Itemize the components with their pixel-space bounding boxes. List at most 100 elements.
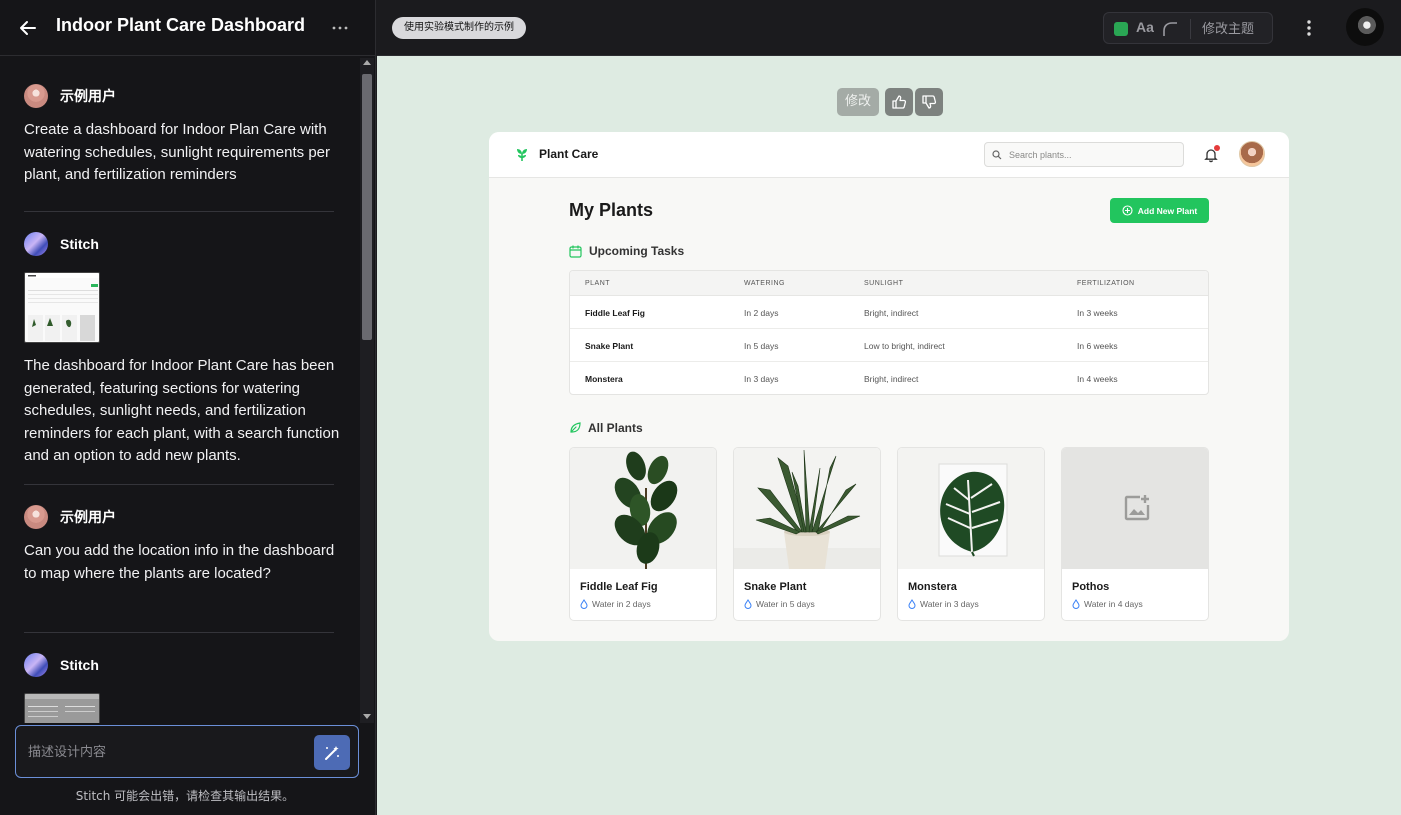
water-text: Water in 4 days: [1084, 599, 1143, 609]
chat-panel: Indoor Plant Care Dashboard 示例用户 Create …: [0, 0, 376, 815]
account-avatar[interactable]: [1346, 8, 1384, 46]
plus-circle-icon: [1122, 205, 1133, 216]
revise-button[interactable]: 修改: [837, 88, 879, 116]
water-text: Water in 3 days: [920, 599, 979, 609]
theme-font-label[interactable]: Aa: [1136, 19, 1154, 35]
theme-color-swatch[interactable]: [1114, 22, 1128, 36]
fertilization-cell: In 6 weeks: [1077, 341, 1118, 351]
message-divider: [24, 632, 334, 633]
plant-card[interactable]: Snake Plant Water in 5 days: [733, 447, 881, 621]
preview-header: Plant Care: [489, 132, 1289, 178]
table-row[interactable]: Snake Plant In 5 days Low to bright, ind…: [570, 329, 1208, 362]
notification-bell[interactable]: [1203, 145, 1220, 163]
plant-logo-icon: [517, 149, 527, 161]
table-row[interactable]: Monstera In 3 days Bright, indirect In 4…: [570, 362, 1208, 394]
water-drop-icon: [908, 599, 916, 609]
theme-controls[interactable]: Aa 修改主题: [1103, 12, 1273, 44]
thumbs-down-icon: [922, 95, 937, 109]
fertilization-cell: In 4 weeks: [1077, 374, 1118, 384]
design-thumbnail[interactable]: [24, 272, 100, 343]
stitch-avatar: [24, 653, 48, 677]
author-name: Stitch: [60, 236, 99, 252]
plant-card[interactable]: Pothos Water in 4 days: [1061, 447, 1209, 621]
plant-cell: Monstera: [585, 374, 623, 384]
chat-history[interactable]: 示例用户 Create a dashboard for Indoor Plan …: [0, 58, 360, 723]
plant-name: Monstera: [908, 581, 957, 593]
water-text: Water in 5 days: [756, 599, 815, 609]
design-thumbnail[interactable]: [24, 693, 100, 723]
magic-wand-icon: [325, 745, 339, 760]
plant-card[interactable]: Fiddle Leaf Fig Water in 2 days: [569, 447, 717, 621]
sunlight-cell: Bright, indirect: [864, 308, 919, 318]
image-placeholder: [1062, 448, 1208, 569]
column-header: SUNLIGHT: [864, 280, 904, 287]
page-title: My Plants: [569, 200, 654, 220]
user-avatar: [24, 505, 48, 529]
column-header: PLANT: [585, 280, 611, 287]
sunlight-cell: Bright, indirect: [864, 374, 919, 384]
watering-cell: In 2 days: [744, 308, 779, 318]
plant-name: Fiddle Leaf Fig: [580, 581, 658, 593]
search-icon: [992, 150, 1002, 160]
fertilization-cell: In 3 weeks: [1077, 308, 1118, 318]
message-divider: [24, 484, 334, 485]
plant-card[interactable]: Monstera Water in 3 days: [897, 447, 1045, 621]
scroll-up-arrow-icon[interactable]: [363, 60, 371, 65]
chat-header: Indoor Plant Care Dashboard: [0, 0, 376, 56]
app-preview: Plant Care My Plants Add New Plant: [489, 132, 1289, 641]
sunlight-cell: Low to bright, indirect: [864, 341, 945, 351]
message-author: Stitch: [24, 232, 99, 256]
author-name: 示例用户: [60, 509, 116, 525]
watering-cell: In 3 days: [744, 374, 779, 384]
plant-water-info: Water in 4 days: [1072, 599, 1143, 609]
watering-cell: In 5 days: [744, 341, 779, 351]
calendar-icon: [569, 245, 582, 258]
chat-scrollbar[interactable]: [360, 58, 374, 723]
author-name: 示例用户: [60, 88, 116, 104]
column-header: FERTILIZATION: [1077, 280, 1135, 287]
plant-name: Snake Plant: [744, 581, 807, 593]
back-arrow-icon[interactable]: [16, 16, 40, 40]
search-input[interactable]: [1009, 147, 1179, 163]
message-divider: [24, 211, 334, 212]
add-new-plant-label: Add New Plant: [1137, 205, 1198, 216]
stitch-message: The dashboard for Indoor Plant Care has …: [24, 357, 340, 464]
message-author: 示例用户: [24, 84, 116, 108]
plant-cell: Snake Plant: [585, 341, 634, 351]
thumbs-down-button[interactable]: [915, 88, 943, 116]
fiddle-leaf-fig-photo: [570, 448, 716, 569]
thumbs-up-button[interactable]: [885, 88, 913, 116]
author-name: Stitch: [60, 657, 99, 673]
plant-water-info: Water in 5 days: [744, 599, 815, 609]
table-row[interactable]: Fiddle Leaf Fig In 2 days Bright, indire…: [570, 296, 1208, 329]
plant-name: Pothos: [1072, 581, 1110, 593]
leaf-icon: [570, 422, 581, 433]
user-avatar[interactable]: [1239, 141, 1265, 167]
design-canvas[interactable]: 修改 Plant Care Search plants... My Plants…: [377, 56, 1401, 815]
experimental-badge: 使用实验模式制作的示例: [392, 17, 526, 39]
more-options-icon[interactable]: [328, 16, 352, 40]
table-header: PLANT WATERING SUNLIGHT FERTILIZATION: [570, 271, 1208, 296]
top-bar: 使用实验模式制作的示例 Aa 修改主题: [377, 0, 1401, 56]
snake-plant-photo: [734, 448, 880, 569]
edit-theme-button[interactable]: 修改主题: [1202, 18, 1254, 37]
disclaimer-text: Stitch 可能会出错，请检查其输出结果。: [75, 789, 295, 803]
water-text: Water in 2 days: [592, 599, 651, 609]
user-avatar: [24, 84, 48, 108]
divider: [1190, 19, 1191, 39]
stitch-avatar: [24, 232, 48, 256]
thumbs-up-icon: [892, 95, 907, 109]
water-drop-icon: [744, 599, 752, 609]
notification-dot: [1214, 145, 1220, 151]
scrollbar-thumb[interactable]: [362, 74, 372, 340]
section-title: Upcoming Tasks: [589, 244, 685, 258]
vertical-more-icon[interactable]: [1297, 16, 1321, 40]
generate-button[interactable]: [314, 735, 350, 770]
prompt-box: [15, 725, 359, 778]
all-plants-heading: All Plants: [569, 421, 643, 435]
scroll-down-arrow-icon[interactable]: [363, 714, 371, 719]
corner-radius-icon[interactable]: [1162, 21, 1178, 37]
prompt-input[interactable]: [28, 742, 298, 762]
upcoming-tasks-heading: Upcoming Tasks: [569, 244, 684, 258]
add-new-plant-button[interactable]: Add New Plant: [1110, 198, 1209, 223]
